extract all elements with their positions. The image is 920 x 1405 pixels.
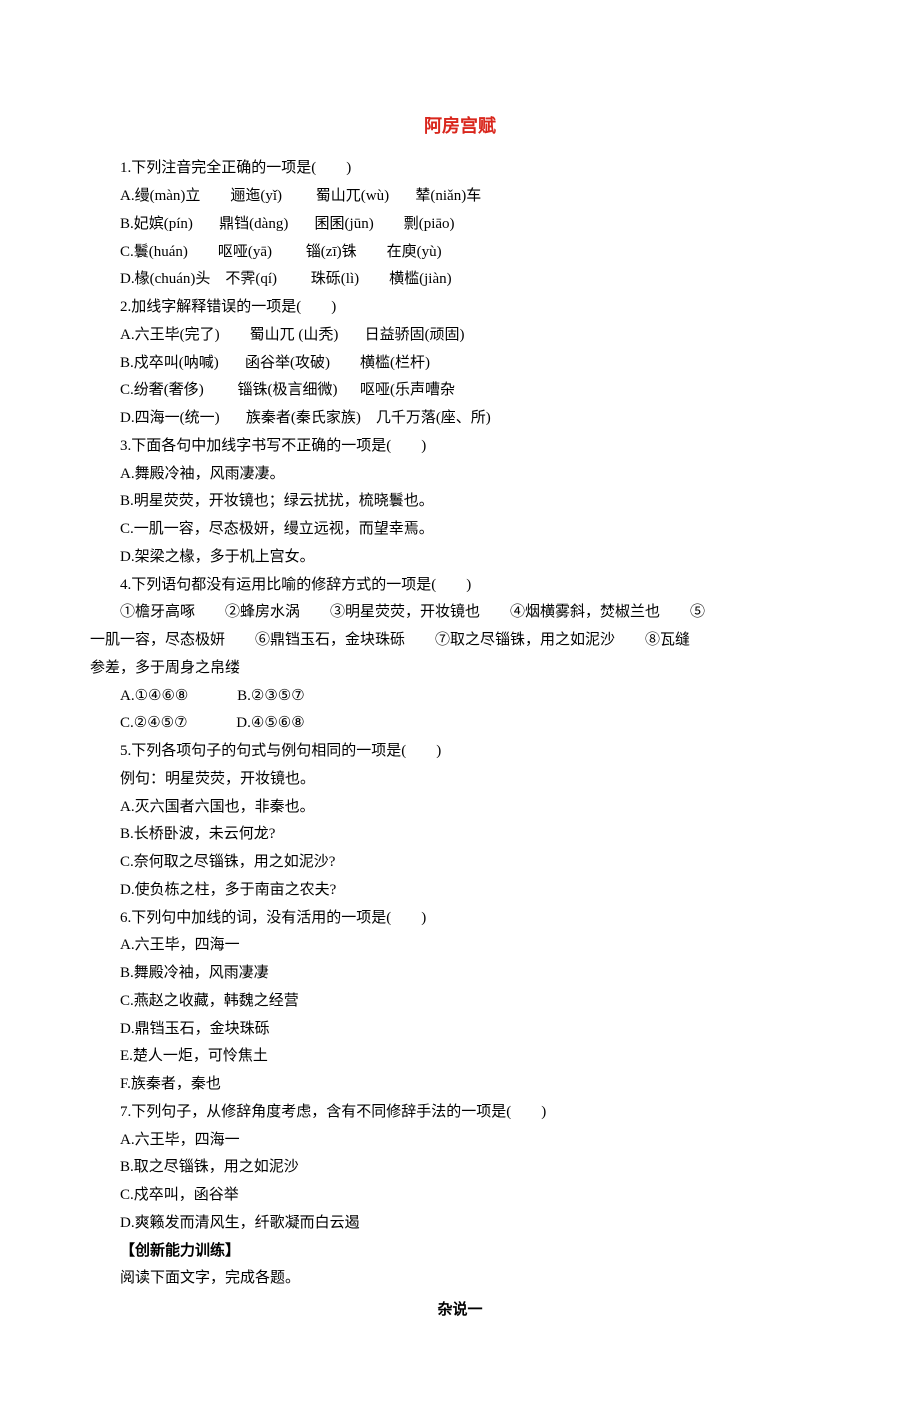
q5-opt-c: C.奈何取之尽锱铢，用之如泥沙?: [90, 849, 830, 877]
q5-opt-d: D.使负栋之柱，多于南亩之农夫?: [90, 877, 830, 905]
q1-stem: 1.下列注音完全正确的一项是( ): [90, 155, 830, 183]
q6-opt-e: E.楚人一炬，可怜焦土: [90, 1043, 830, 1071]
q5-opt-b: B.长桥卧波，未云何龙?: [90, 821, 830, 849]
q7-opt-d: D.爽籁发而清风生，纤歌凝而白云遏: [90, 1210, 830, 1238]
q7-stem: 7.下列句子，从修辞角度考虑，含有不同修辞手法的一项是( ): [90, 1099, 830, 1127]
q4-body-1: ①檐牙高啄 ②蜂房水涡 ③明星荧荧，开妆镜也 ④烟横雾斜，焚椒兰也 ⑤: [90, 599, 830, 627]
page-title: 阿房宫赋: [90, 110, 830, 143]
q7-opt-b: B.取之尽锱铢，用之如泥沙: [90, 1154, 830, 1182]
q2-opt-c: C.纷奢(奢侈) 锱铢(极言细微) 呕哑(乐声嘈杂: [90, 377, 830, 405]
q2-opt-a: A.六王毕(完了) 蜀山兀 (山秃) 日益骄固(顽固): [90, 322, 830, 350]
q5-example: 例句：明星荧荧，开妆镜也。: [90, 766, 830, 794]
q5-opt-a: A.灭六国者六国也，非秦也。: [90, 794, 830, 822]
q6-opt-f: F.族秦者，秦也: [90, 1071, 830, 1099]
q3-opt-d: D.架梁之椽，多于机上宫女。: [90, 544, 830, 572]
q4-stem: 4.下列语句都没有运用比喻的修辞方式的一项是( ): [90, 572, 830, 600]
q4-body-2: 一肌一容，尽态极妍 ⑥鼎铛玉石，金块珠砾 ⑦取之尽锱铢，用之如泥沙 ⑧瓦缝: [90, 627, 830, 655]
q3-opt-b: B.明星荧荧，开妆镜也；绿云扰扰，梳晓鬟也。: [90, 488, 830, 516]
q1-opt-d: D.椽(chuán)头 不霁(qí) 珠砾(lì) 横槛(jiàn): [90, 266, 830, 294]
q3-stem: 3.下面各句中加线字书写不正确的一项是( ): [90, 433, 830, 461]
q6-opt-c: C.燕赵之收藏，韩魏之经营: [90, 988, 830, 1016]
q6-stem: 6.下列句中加线的词，没有活用的一项是( ): [90, 905, 830, 933]
q3-opt-c: C.一肌一容，尽态极妍，缦立远视，而望幸焉。: [90, 516, 830, 544]
q7-opt-c: C.戍卒叫，函谷举: [90, 1182, 830, 1210]
q6-opt-a: A.六王毕，四海一: [90, 932, 830, 960]
q4-opt-row1: A.①④⑥⑧ B.②③⑤⑦: [90, 683, 830, 711]
q4-opt-row2: C.②④⑤⑦ D.④⑤⑥⑧: [90, 710, 830, 738]
q6-opt-d: D.鼎铛玉石，金块珠砾: [90, 1016, 830, 1044]
q6-opt-b: B.舞殿冷袖，风雨凄凄: [90, 960, 830, 988]
q3-opt-a: A.舞殿冷袖，风雨凄凄。: [90, 461, 830, 489]
q1-opt-a: A.缦(màn)立 逦迤(yǐ) 蜀山兀(wù) 辇(niǎn)车: [90, 183, 830, 211]
q2-opt-b: B.戍卒叫(呐喊) 函谷举(攻破) 横槛(栏杆): [90, 350, 830, 378]
reading-title: 杂说一: [90, 1297, 830, 1325]
q1-opt-c: C.鬟(huán) 呕哑(yā) 锱(zī)铢 在庾(yù): [90, 239, 830, 267]
reading-intro: 阅读下面文字，完成各题。: [90, 1265, 830, 1293]
q5-stem: 5.下列各项句子的句式与例句相同的一项是( ): [90, 738, 830, 766]
q2-stem: 2.加线字解释错误的一项是( ): [90, 294, 830, 322]
q4-body-3: 参差，多于周身之帛缕: [90, 655, 830, 683]
q1-opt-b: B.妃嫔(pín) 鼎铛(dàng) 囷囷(jūn) 剽(piāo): [90, 211, 830, 239]
q2-opt-d: D.四海一(统一) 族秦者(秦氏家族) 几千万落(座、所): [90, 405, 830, 433]
q7-opt-a: A.六王毕，四海一: [90, 1127, 830, 1155]
section-heading: 【创新能力训练】: [90, 1238, 830, 1266]
